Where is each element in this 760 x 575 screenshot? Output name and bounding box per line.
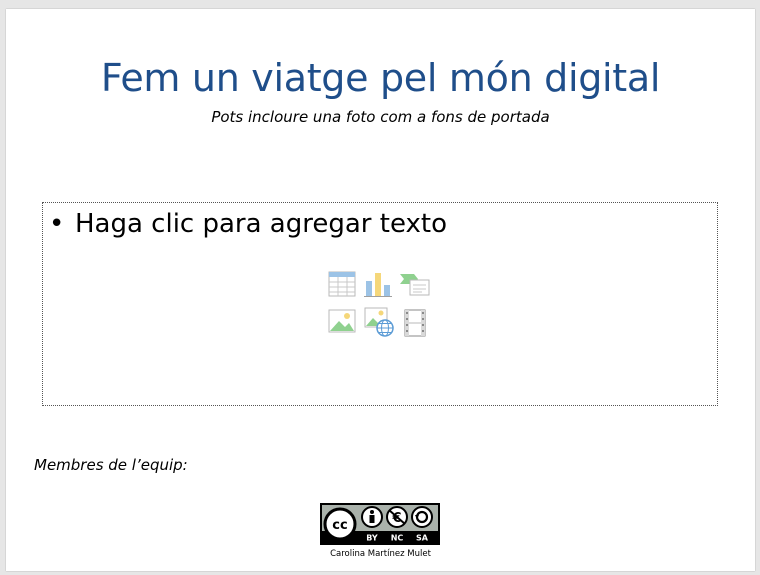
- cc-label-nc: NC: [391, 534, 404, 543]
- placeholder-text[interactable]: Haga clic para agregar texto: [75, 209, 447, 239]
- bullet-dot: •: [49, 209, 65, 239]
- insert-table-icon[interactable]: [328, 271, 356, 297]
- insert-video-icon[interactable]: [404, 309, 426, 337]
- insert-icon-grid: [328, 271, 438, 341]
- author-name[interactable]: Carolina Martínez Mulet: [6, 549, 755, 559]
- insert-chart-icon[interactable]: [364, 271, 392, 297]
- slide-title[interactable]: Fem un viatge pel món digital: [6, 56, 755, 100]
- team-members-label[interactable]: Membres de l’equip:: [34, 456, 188, 474]
- slide[interactable]: Fem un viatge pel món digital Pots inclo…: [6, 9, 755, 571]
- cc-by-nc-sa-license-icon: cc € BY NC SA: [320, 503, 440, 545]
- cc-label-sa: SA: [416, 534, 429, 543]
- insert-smartart-icon[interactable]: [400, 271, 430, 297]
- cc-label-by: BY: [366, 534, 378, 543]
- svg-text:cc: cc: [332, 518, 347, 533]
- insert-online-picture-icon[interactable]: [364, 307, 394, 337]
- content-placeholder[interactable]: • Haga clic para agregar texto: [42, 202, 718, 406]
- insert-picture-icon[interactable]: [328, 309, 356, 335]
- slide-subtitle[interactable]: Pots incloure una foto com a fons de por…: [6, 108, 755, 126]
- placeholder-bullet-row[interactable]: • Haga clic para agregar texto: [49, 209, 447, 239]
